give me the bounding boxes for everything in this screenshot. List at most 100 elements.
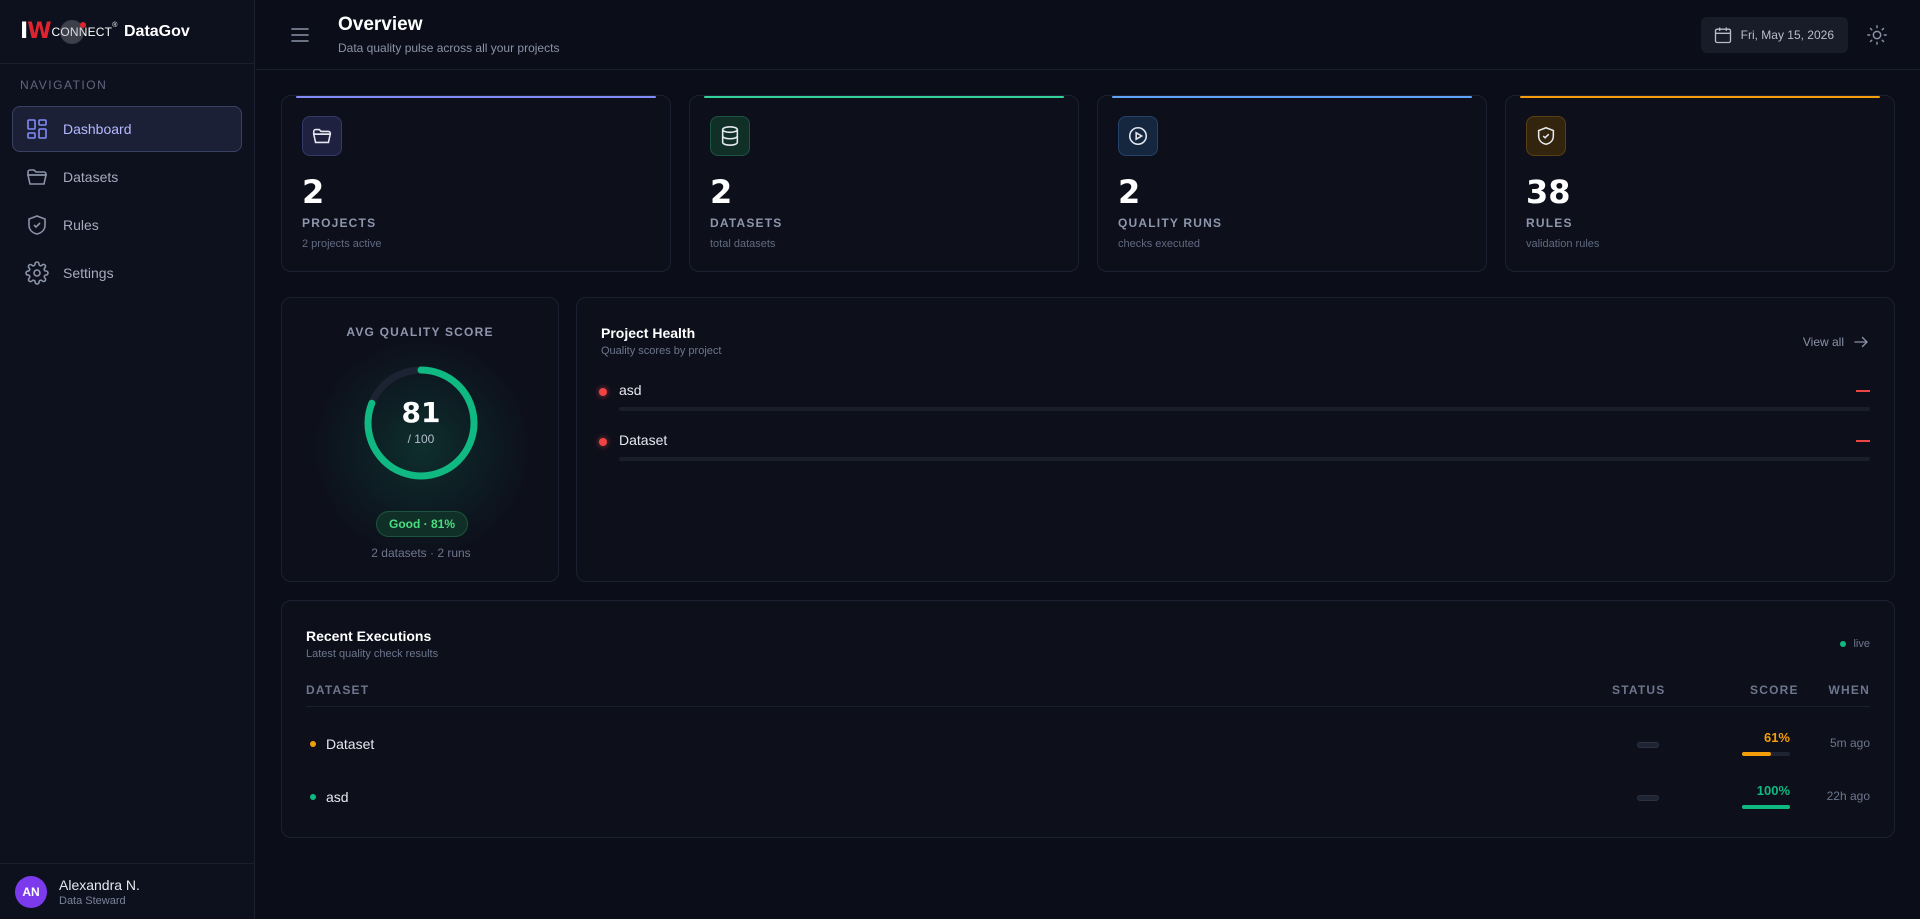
nav-list: Dashboard Datasets Rules Settings (0, 106, 254, 296)
view-all-label: View all (1802, 335, 1844, 349)
health-status-dot (599, 388, 607, 396)
recent-executions-panel: Recent Executions Latest quality check r… (281, 600, 1895, 838)
project-name: asd (619, 382, 642, 398)
sidebar-item-datasets[interactable]: Datasets (12, 154, 242, 200)
card-icon-box (1526, 116, 1566, 156)
score-value: 100% (1756, 783, 1790, 798)
user-role: Data Steward (59, 894, 126, 907)
sidebar-item-label: Settings (63, 265, 114, 281)
score-bar-fill (1742, 805, 1790, 809)
page-titles: Overview Data quality pulse across all y… (338, 14, 559, 55)
score-value: 81 (401, 396, 441, 429)
stat-label: QUALITY RUNS (1118, 216, 1223, 230)
stat-label: PROJECTS (302, 216, 377, 230)
sidebar-item-label: Datasets (63, 169, 119, 185)
stat-cards: 2 PROJECTS 2 projects active 2 DATASETS … (281, 95, 1895, 272)
project-name: Dataset (619, 432, 668, 448)
top-header: Overview Data quality pulse across all y… (256, 0, 1920, 70)
panel-title: Project Health (601, 325, 696, 341)
panel-header: Recent Executions Latest quality check r… (306, 628, 438, 660)
card-accent-line (1520, 96, 1880, 98)
avg-quality-score-card: AVG QUALITY SCORE 81 / 100 Good · 81% 2 … (281, 297, 559, 582)
stat-value: 2 (710, 173, 733, 211)
page-title: Overview (338, 14, 423, 35)
score-value: 61% (1763, 730, 1790, 745)
table-header: DATASET STATUS SCORE WHEN (306, 683, 1870, 707)
stat-card-datasets[interactable]: 2 DATASETS total datasets (689, 95, 1079, 272)
stat-subtext: validation rules (1526, 238, 1600, 250)
stat-card-quality-runs[interactable]: 2 QUALITY RUNS checks executed (1097, 95, 1487, 272)
user-name: Alexandra N. (59, 876, 140, 893)
hamburger-menu-icon[interactable] (288, 23, 312, 47)
sun-icon[interactable] (1866, 24, 1888, 46)
column-header-dataset[interactable]: DATASET (306, 683, 369, 697)
score-max: / 100 (407, 432, 435, 446)
execution-time: 5m ago (1829, 736, 1870, 750)
card-icon-box (302, 116, 342, 156)
stat-label: RULES (1526, 216, 1573, 230)
folder-icon (312, 128, 332, 144)
database-icon (721, 126, 739, 146)
sidebar-item-rules[interactable]: Rules (12, 202, 242, 248)
table-row[interactable]: Dataset 61% 5m ago (306, 728, 1870, 768)
page-subtitle: Data quality pulse across all your proje… (338, 41, 560, 55)
sidebar-item-label: Rules (63, 217, 99, 233)
calendar-icon (1714, 27, 1731, 44)
score-meta: 2 datasets · 2 runs (371, 546, 471, 560)
current-date: Fri, May 15, 2026 (1740, 28, 1834, 42)
company-logo[interactable]: IW CONNECT ® (20, 16, 117, 48)
app-name: DataGov (124, 22, 190, 40)
dataset-name: asd (326, 789, 349, 805)
card-accent-line (704, 96, 1064, 98)
panel-subtitle: Latest quality check results (306, 648, 439, 660)
row-status-dot (310, 794, 316, 800)
panel-title: Recent Executions (306, 628, 432, 644)
play-circle-icon (1128, 126, 1148, 146)
card-icon-box (710, 116, 750, 156)
logo-iw: IW (20, 19, 51, 44)
project-health-row[interactable]: asd (599, 382, 1870, 416)
brand: IW CONNECT ® DataGov (0, 0, 254, 64)
avatar: AN (15, 875, 47, 908)
dataset-name: Dataset (326, 736, 375, 752)
card-accent-line (1112, 96, 1472, 98)
view-all-link[interactable]: View all (1803, 333, 1870, 351)
live-indicator: live (1840, 638, 1870, 650)
project-health-row[interactable]: Dataset (599, 432, 1870, 466)
execution-time: 22h ago (1826, 789, 1870, 803)
score-bar-fill (1742, 752, 1772, 756)
column-header-status[interactable]: STATUS (1612, 683, 1665, 697)
no-score-dash (1856, 440, 1870, 442)
health-bar-track (619, 457, 1870, 461)
sidebar-item-dashboard[interactable]: Dashboard (12, 106, 242, 152)
panel-header: Project Health Quality scores by project (601, 325, 721, 357)
stat-card-rules[interactable]: 38 RULES validation rules (1505, 95, 1895, 272)
date-picker[interactable]: Fri, May 15, 2026 (1700, 17, 1848, 53)
sidebar-item-settings[interactable]: Settings (12, 250, 242, 296)
card-accent-line (296, 96, 656, 98)
user-info: Alexandra N. Data Steward (59, 877, 140, 907)
stat-subtext: total datasets (710, 238, 776, 250)
logo-dot (80, 21, 86, 28)
health-bar-track (619, 407, 1870, 411)
stat-label: DATASETS (710, 216, 783, 230)
score-bar-track (1742, 805, 1790, 809)
column-header-score[interactable]: SCORE (1750, 683, 1799, 697)
sidebar: IW CONNECT ® DataGov NAVIGATION Dashboar… (0, 0, 255, 919)
column-header-when[interactable]: WHEN (1829, 683, 1870, 697)
score-status-badge: Good · 81% (376, 511, 469, 537)
table-row[interactable]: asd 100% 22h ago (306, 781, 1870, 821)
gear-icon (25, 261, 49, 285)
live-dot (1840, 641, 1847, 647)
shield-check-icon (28, 215, 46, 235)
card-icon-box (1118, 116, 1158, 156)
live-label: live (1853, 638, 1870, 650)
stat-value: 2 (302, 173, 325, 211)
arrow-right-icon (1854, 336, 1868, 348)
status-pill (1637, 795, 1659, 801)
project-health-panel: Project Health Quality scores by project… (576, 297, 1895, 582)
row-status-dot (310, 741, 316, 747)
shield-check-icon (1537, 126, 1555, 146)
stat-card-projects[interactable]: 2 PROJECTS 2 projects active (281, 95, 671, 272)
user-profile[interactable]: AN Alexandra N. Data Steward (0, 863, 255, 919)
